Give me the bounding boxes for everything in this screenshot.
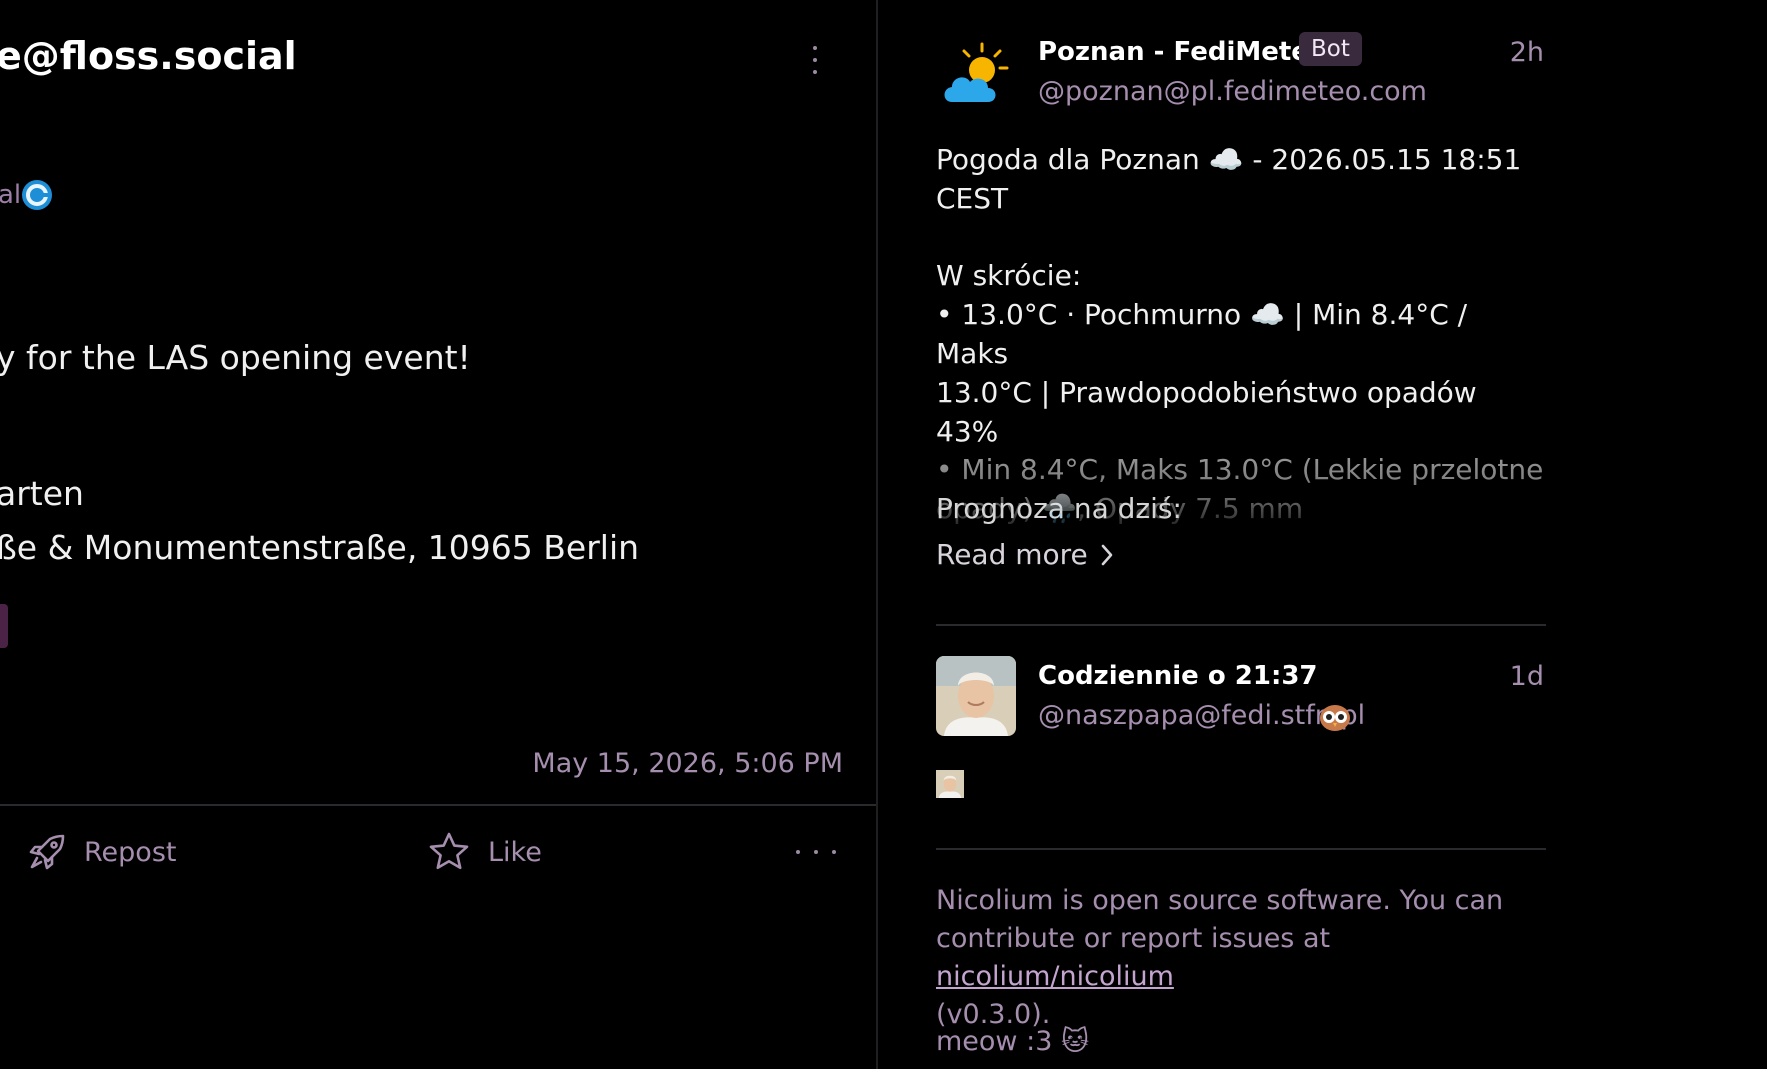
papa-post: Codziennie o 21:37 1d @naszpapa@fedi.stf… bbox=[936, 640, 1544, 840]
post-text-line: y for the LAS opening event! bbox=[0, 338, 471, 377]
repost-button[interactable]: Repost bbox=[28, 830, 176, 874]
post-text-line: Pogoda dla Poznan ☁️ - 2026.05.15 18:51 bbox=[936, 143, 1522, 176]
dot-icon bbox=[813, 58, 817, 62]
post-author-handle[interactable]: @naszpapa@fedi.stfn.pl bbox=[1038, 700, 1365, 731]
post-timestamp[interactable]: May 15, 2026, 5:06 PM bbox=[532, 748, 843, 779]
owl-emoji-icon bbox=[1320, 705, 1350, 731]
truncated-text: • Min 8.4°C, Maks 13.0°C (Lekkie przelot… bbox=[936, 450, 1546, 538]
dot-icon bbox=[813, 70, 817, 74]
portrait-avatar[interactable] bbox=[936, 656, 1016, 736]
rocket-icon bbox=[29, 834, 65, 870]
weather-post: Poznan - FediMeteo Bot 2h @poznan@pl.fed… bbox=[936, 0, 1544, 620]
post-text-line: • 13.0°C · Pochmurno ☁️ | Min 8.4°C / Ma… bbox=[936, 298, 1468, 370]
post-author-handle[interactable]: e@floss.social bbox=[0, 34, 297, 78]
meow-text: meow :3 🐱 bbox=[936, 1026, 1090, 1057]
post-author-name[interactable]: Poznan - FediMeteo bbox=[1038, 37, 1327, 67]
like-label: Like bbox=[488, 836, 542, 868]
chevron-right-icon bbox=[1101, 544, 1113, 565]
divider bbox=[936, 848, 1546, 850]
divider bbox=[0, 804, 876, 806]
dot-icon bbox=[813, 46, 817, 50]
dot-icon bbox=[796, 850, 800, 854]
dot-icon bbox=[832, 850, 836, 854]
footer-text: Nicolium is open source software. You ca… bbox=[936, 885, 1504, 954]
repost-label: Repost bbox=[84, 836, 177, 868]
server-name-label: al bbox=[0, 180, 22, 210]
post-text-line: W skrócie: bbox=[936, 259, 1082, 292]
read-more-label: Read more bbox=[936, 538, 1088, 571]
weather-avatar-icon[interactable] bbox=[938, 40, 1014, 116]
dot-icon bbox=[814, 850, 818, 854]
star-icon bbox=[429, 832, 469, 870]
footer-info: Nicolium is open source software. You ca… bbox=[936, 882, 1556, 1034]
inline-image-thumbnail[interactable] bbox=[936, 770, 964, 798]
sidebar-column: Poznan - FediMeteo Bot 2h @poznan@pl.fed… bbox=[878, 0, 1767, 1069]
post-text-line: 13.0°C | Prawdopodobieństwo opadów 43% bbox=[936, 376, 1477, 448]
attachment-chip[interactable] bbox=[0, 604, 8, 648]
post-text-line: • Min 8.4°C, Maks 13.0°C (Lekkie przelot… bbox=[936, 453, 1544, 486]
post-author-name[interactable]: Codziennie o 21:37 bbox=[1038, 661, 1318, 691]
server-logo-icon bbox=[22, 180, 52, 210]
post-text-line: arten bbox=[0, 474, 84, 513]
divider bbox=[936, 624, 1546, 626]
main-post-column: e@floss.social al y for the LAS opening … bbox=[0, 0, 876, 1069]
like-button[interactable]: Like bbox=[428, 830, 542, 874]
post-text-line: ße & Monumentenstraße, 10965 Berlin bbox=[0, 528, 640, 567]
post-time-ago[interactable]: 1d bbox=[1510, 661, 1544, 692]
post-time-ago[interactable]: 2h bbox=[1510, 37, 1544, 68]
post-options-button[interactable] bbox=[800, 40, 830, 80]
read-more-button[interactable]: Read more bbox=[936, 538, 1114, 571]
bot-badge: Bot bbox=[1299, 32, 1362, 66]
more-actions-button[interactable] bbox=[796, 840, 836, 864]
post-author-handle[interactable]: @poznan@pl.fedimeteo.com bbox=[1038, 76, 1427, 107]
post-text-line: CEST bbox=[936, 182, 1009, 215]
post-text-line: opady) 🌧️, Opady 7.5 mm bbox=[936, 492, 1304, 525]
source-repo-link[interactable]: nicolium/nicolium bbox=[936, 961, 1174, 992]
